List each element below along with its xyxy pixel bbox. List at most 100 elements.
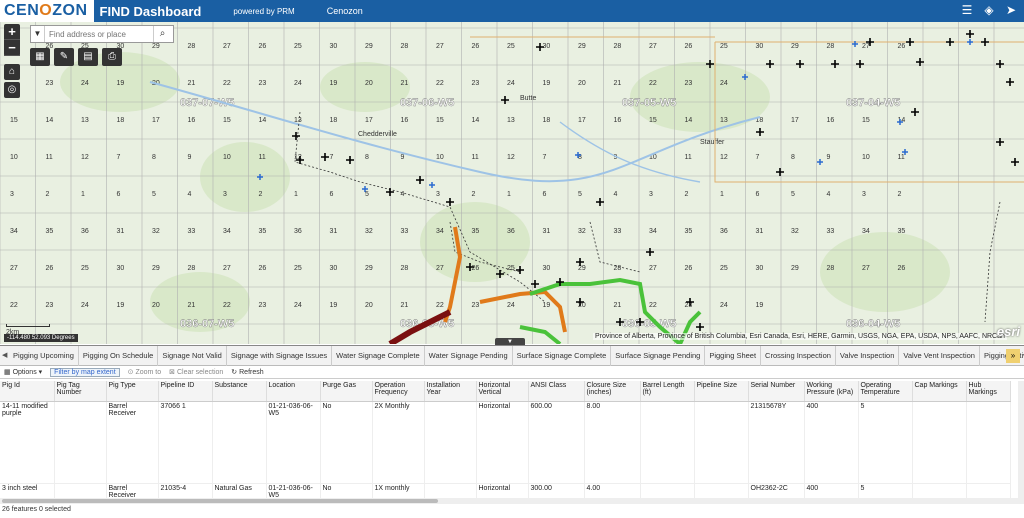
- section-number: 31: [330, 228, 338, 235]
- column-header[interactable]: Horizontal Vertical: [476, 381, 529, 402]
- app-header: CEN O ZON FIND Dashboard powered by PRM Ce…: [0, 0, 1024, 22]
- column-header[interactable]: Operation Frequency: [372, 381, 425, 402]
- section-number: 25: [507, 265, 515, 272]
- tab-valve-vent-inspection[interactable]: Valve Vent Inspection: [899, 345, 980, 366]
- column-header[interactable]: Operating Temperature: [858, 381, 913, 402]
- esri-logo: esri: [996, 324, 1020, 339]
- section-number: 26: [898, 43, 906, 50]
- tab-signage-with-signage-issues[interactable]: Signage with Signage Issues: [227, 345, 333, 366]
- column-header[interactable]: Installation Year: [424, 381, 477, 402]
- section-number: 29: [365, 43, 373, 50]
- legend-button[interactable]: ▤: [78, 48, 98, 66]
- section-number: 29: [791, 265, 799, 272]
- attribute-table-panel: ◀ Pigging Upcoming Pigging On Schedule Sig…: [0, 345, 1024, 518]
- section-number: 22: [649, 302, 657, 309]
- column-header[interactable]: Pig Type: [106, 381, 159, 402]
- tab-pigging-on-schedule[interactable]: Pigging On Schedule: [79, 345, 159, 366]
- search-source-dropdown[interactable]: ▼: [31, 26, 45, 42]
- column-header[interactable]: Serial Number: [748, 381, 805, 402]
- zoom-control: + −: [4, 24, 20, 56]
- column-header[interactable]: Barrel Length (ft): [640, 381, 695, 402]
- section-number: 27: [223, 265, 231, 272]
- section-number: 23: [472, 80, 480, 87]
- locate-button[interactable]: ◎: [4, 82, 20, 98]
- horizontal-scrollbar[interactable]: [0, 498, 1018, 504]
- column-header[interactable]: Purge Gas: [320, 381, 373, 402]
- menu-icon: ▦: [4, 369, 11, 376]
- tabs-scroll-right-button[interactable]: »: [1006, 349, 1020, 363]
- section-number: 17: [365, 117, 373, 124]
- section-number: 14: [259, 117, 267, 124]
- column-header[interactable]: Cap Markings: [912, 381, 967, 402]
- zoom-in-button[interactable]: +: [4, 24, 20, 40]
- table-cell: [640, 401, 695, 484]
- tab-pigging-upcoming[interactable]: Pigging Upcoming: [3, 345, 79, 366]
- column-header[interactable]: Location: [266, 381, 321, 402]
- column-header[interactable]: Substance: [212, 381, 267, 402]
- chevron-down-icon: ▼: [33, 29, 42, 38]
- share-icon[interactable]: ➤: [1004, 3, 1018, 17]
- township-label: 037-06-W5: [400, 97, 454, 109]
- well-marker: [1011, 158, 1019, 166]
- refresh-icon: ↻: [231, 369, 238, 376]
- tab-water-signage-complete[interactable]: Water Signage Complete: [332, 345, 425, 366]
- tab-surface-signage-complete[interactable]: Surface Signage Complete: [513, 345, 612, 366]
- township-label: 036-04-W5: [846, 318, 900, 330]
- draw-button[interactable]: ✎: [54, 48, 74, 66]
- section-number: 36: [720, 228, 728, 235]
- section-number: 24: [507, 80, 515, 87]
- section-number: 13: [507, 117, 515, 124]
- section-number: 16: [401, 117, 409, 124]
- column-header[interactable]: Pipeline Size: [694, 381, 749, 402]
- column-header[interactable]: Hub Markings: [966, 381, 1011, 402]
- table-row[interactable]: 14-11 modified purple Barrel Receiver 3706…: [0, 401, 1011, 484]
- place-label: Chedderville: [358, 131, 397, 138]
- home-icon: ⌂: [8, 66, 16, 77]
- section-number: 19: [117, 302, 125, 309]
- column-header[interactable]: Closure Size (inches): [584, 381, 641, 402]
- zoom-out-button[interactable]: −: [4, 40, 20, 56]
- section-number: 30: [330, 265, 338, 272]
- section-number: 5: [365, 191, 369, 198]
- section-number: 21: [614, 80, 622, 87]
- column-header[interactable]: Pipeline ID: [158, 381, 213, 402]
- options-menu[interactable]: ▦ Options ▾: [4, 368, 42, 376]
- section-number: 31: [117, 228, 125, 235]
- home-button[interactable]: ⌂: [4, 64, 20, 80]
- logo-text-2: ZON: [52, 2, 88, 19]
- basemap-button[interactable]: ▦: [30, 48, 50, 66]
- tab-pigging-sheet[interactable]: Pigging Sheet: [705, 345, 762, 366]
- refresh-button[interactable]: ↻ Refresh: [231, 368, 263, 376]
- print-button[interactable]: ⎙: [102, 48, 122, 66]
- section-number: 34: [436, 228, 444, 235]
- tab-surface-signage-pending[interactable]: Surface Signage Pending: [611, 345, 706, 366]
- section-number: 8: [791, 154, 795, 161]
- vertical-scrollbar[interactable]: [1018, 381, 1024, 504]
- search-input[interactable]: [45, 27, 153, 41]
- layers-icon[interactable]: ◈: [982, 3, 996, 17]
- section-number: 34: [862, 228, 870, 235]
- table-container[interactable]: Pig Id Pig Tag Number Pig Type Pipeline ID S…: [0, 381, 1018, 504]
- section-number: 29: [578, 265, 586, 272]
- tabs-scroll-left-icon[interactable]: ◀: [2, 351, 7, 359]
- column-header[interactable]: Pig Tag Number: [54, 381, 107, 402]
- section-number: 33: [188, 228, 196, 235]
- list-icon[interactable]: ☰: [960, 3, 974, 17]
- zoom-to-button[interactable]: ⊙ Zoom to: [128, 368, 162, 376]
- tab-signage-not-valid[interactable]: Signage Not Valid: [158, 345, 227, 366]
- clear-selection-button[interactable]: ⊠ Clear selection: [169, 368, 223, 376]
- column-header[interactable]: Pig Id: [0, 381, 55, 402]
- filter-by-extent-button[interactable]: Filter by map extent: [50, 367, 120, 377]
- column-header[interactable]: ANSI Class: [528, 381, 585, 402]
- column-header[interactable]: Working Pressure (kPa): [804, 381, 859, 402]
- search-button[interactable]: ⌕: [153, 26, 171, 42]
- well-marker: [831, 60, 839, 68]
- tab-crossing-inspection[interactable]: Crossing Inspection: [761, 345, 836, 366]
- section-number: 29: [152, 43, 160, 50]
- section-number: 9: [401, 154, 405, 161]
- map-canvas[interactable]: 2726253029282726253029282726253029282726…: [0, 22, 1024, 344]
- tab-valve-inspection[interactable]: Valve Inspection: [836, 345, 900, 366]
- tab-water-signage-pending[interactable]: Water Signage Pending: [425, 345, 513, 366]
- facility-marker: [429, 182, 435, 188]
- map-view[interactable]: 2726253029282726253029282726253029282726…: [0, 22, 1024, 344]
